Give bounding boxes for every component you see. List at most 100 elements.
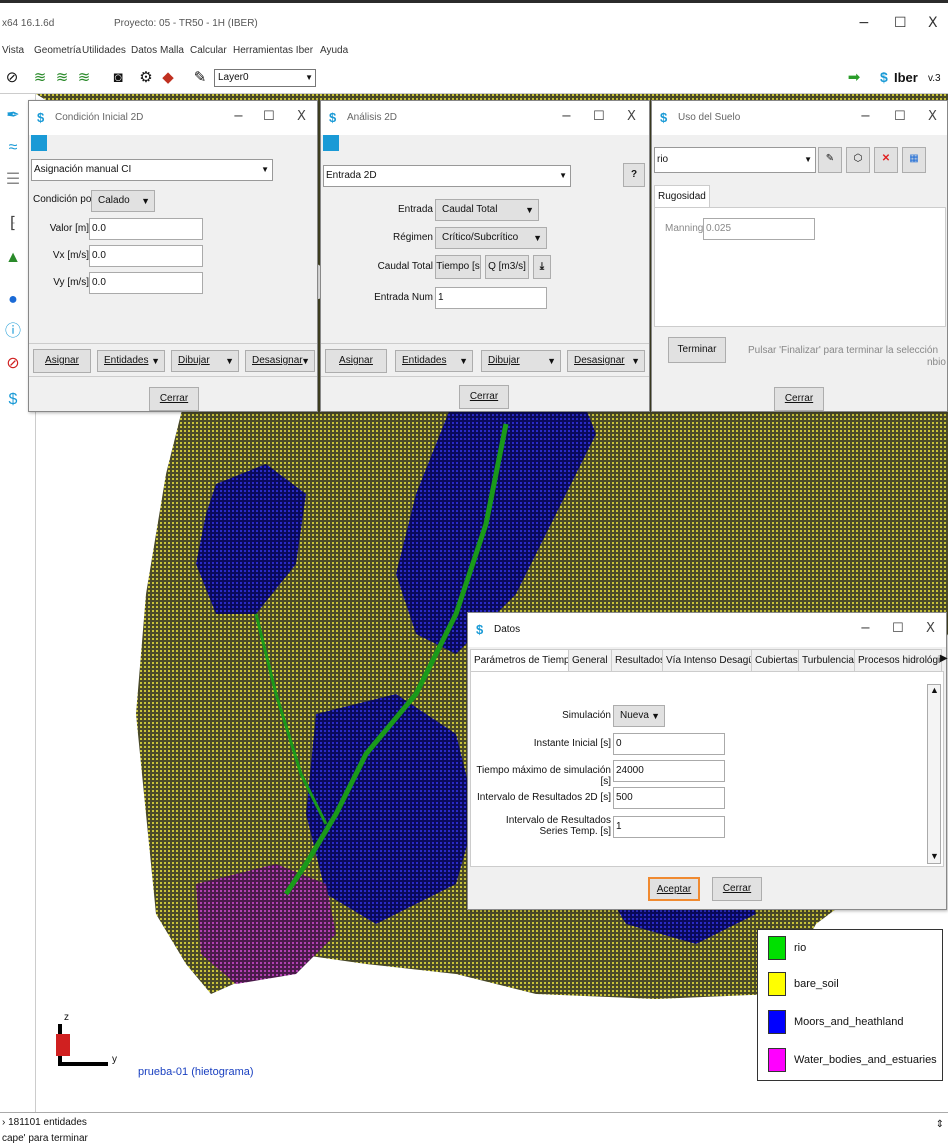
minimize-button[interactable]: −	[561, 109, 572, 124]
maximize-button[interactable]: ☐	[894, 15, 907, 31]
tab-scroll-icon[interactable]: ▶	[940, 653, 948, 664]
maximize-button[interactable]: ☐	[892, 621, 904, 636]
tab-via-intenso[interactable]: Vía Intenso Desagüe	[662, 649, 764, 671]
mountain-icon[interactable]: ▲	[3, 248, 23, 268]
stack-icon[interactable]: ◆	[158, 68, 178, 88]
new-material-icon[interactable]: ⬡	[846, 147, 870, 173]
close-button[interactable]: X	[627, 109, 636, 124]
wave-icon[interactable]: ≈	[3, 138, 23, 158]
drop-icon[interactable]: ●	[3, 290, 23, 310]
cerrar-button[interactable]: Cerrar	[459, 385, 509, 409]
tab-parametros-tiempo[interactable]: Parámetros de Tiempo	[470, 649, 580, 671]
vertical-scrollbar[interactable]: ▲ ▼	[927, 684, 941, 864]
mesh-view-icon[interactable]: ≋	[74, 68, 94, 88]
scroll-up-icon[interactable]: ▲	[930, 685, 939, 695]
close-button[interactable]: X	[297, 109, 306, 124]
tab-rugosidad[interactable]: Rugosidad	[654, 185, 710, 207]
scroll-down-icon[interactable]: ▼	[930, 851, 939, 861]
valor-input[interactable]: 0.0	[89, 218, 203, 240]
pick-tool-icon[interactable]	[323, 135, 339, 151]
mesh-edit-icon[interactable]: ≋	[52, 68, 72, 88]
asignar-button[interactable]: Asignar	[33, 349, 91, 373]
entidades-menu[interactable]: Entidades ▼	[97, 350, 165, 372]
tab-turbulencia[interactable]: Turbulencia	[798, 649, 858, 671]
pen-icon[interactable]: ✒	[3, 106, 23, 126]
table-icon[interactable]: ▦	[902, 147, 926, 173]
status-scroll-icon[interactable]: ⇕	[936, 1119, 944, 1130]
menu-utilidades[interactable]: Utilidades	[82, 45, 126, 56]
asignar-button[interactable]: Asignar	[325, 349, 387, 373]
mesh-icon[interactable]: ≋	[30, 68, 50, 88]
menu-herramientas-iber[interactable]: Herramientas Iber	[233, 45, 313, 56]
terminar-button[interactable]: Terminar	[668, 337, 726, 363]
layer-select[interactable]: Layer0 ▼	[214, 69, 316, 87]
bracket-icon[interactable]: ⁅	[3, 214, 23, 234]
maximize-button[interactable]: ☐	[593, 109, 605, 124]
tiempo-column-button[interactable]: Tiempo [s	[435, 255, 481, 279]
tab-cubiertas[interactable]: Cubiertas	[751, 649, 802, 671]
menu-vista[interactable]: Vista	[2, 45, 24, 56]
desasignar-menu[interactable]: Desasignar ▼	[567, 350, 645, 372]
info-icon[interactable]: ⓘ	[3, 322, 23, 342]
entrada-label: Entrada	[397, 204, 433, 215]
manning-input[interactable]: 0.025	[703, 218, 815, 240]
tab-general[interactable]: General	[568, 649, 612, 671]
regimen-select[interactable]: Crítico/Subcrítico ▼	[435, 227, 547, 249]
mode-select[interactable]: Entrada 2D ▼	[323, 165, 571, 187]
vx-input[interactable]: 0.0	[89, 245, 203, 267]
aceptar-label: Aceptar	[656, 884, 692, 895]
entidades-menu[interactable]: Entidades ▼	[395, 350, 473, 372]
entrada-num-input[interactable]: 1	[435, 287, 547, 309]
delete-material-icon[interactable]: ✕	[874, 147, 898, 173]
brush-icon[interactable]: ✎	[190, 68, 210, 88]
tiempo-maximo-input[interactable]: 24000	[613, 760, 725, 782]
cerrar-button[interactable]: Cerrar	[774, 387, 824, 411]
dibujar-menu[interactable]: Dibujar ▼	[171, 350, 239, 372]
condition-select[interactable]: Calado ▼	[91, 190, 155, 212]
minimize-button[interactable]: −	[233, 109, 244, 124]
mode-select[interactable]: Asignación manual CI ▼	[31, 159, 273, 181]
minimize-button[interactable]: −	[860, 621, 871, 636]
aceptar-button[interactable]: Aceptar	[648, 877, 700, 901]
cerrar-button[interactable]: Cerrar	[712, 877, 762, 901]
truncated-button-label[interactable]: nbio	[927, 357, 946, 368]
vy-input[interactable]: 0.0	[89, 272, 203, 294]
menu-calcular[interactable]: Calcular	[190, 45, 227, 56]
intervalo-series-input[interactable]: 1	[613, 816, 725, 838]
axis-x-marker	[56, 1034, 70, 1056]
iber-tool-icon[interactable]: $	[3, 390, 23, 410]
desasignar-menu[interactable]: Desasignar ▼	[245, 350, 315, 372]
regimen-label: Régimen	[392, 232, 433, 243]
camera-icon[interactable]: ◙	[108, 68, 128, 88]
dibujar-menu[interactable]: Dibujar ▼	[481, 350, 561, 372]
instante-inicial-input[interactable]: 0	[613, 733, 725, 755]
menu-datos[interactable]: Datos	[131, 45, 157, 56]
caudal-column-button[interactable]: Q [m3/s]	[485, 255, 529, 279]
forbidden-icon[interactable]: ⊘	[3, 354, 23, 374]
menu-malla[interactable]: Malla	[160, 45, 184, 56]
edit-material-icon[interactable]: ✎	[818, 147, 842, 173]
tab-procesos-hidrologicos[interactable]: Procesos hidrológico	[854, 649, 942, 671]
open-icon[interactable]: ⊘	[2, 68, 22, 88]
minimize-button[interactable]: −	[860, 109, 871, 124]
minimize-button[interactable]: −	[858, 15, 870, 31]
entrada-select[interactable]: Caudal Total ▼	[435, 199, 539, 221]
simulacion-select[interactable]: Nueva ▼	[613, 705, 665, 727]
tab-resultados[interactable]: Resultados	[611, 649, 670, 671]
close-button[interactable]: X	[928, 15, 938, 31]
menu-geometria[interactable]: Geometría	[34, 45, 81, 56]
iber-arrow-icon[interactable]: ➡	[844, 68, 864, 88]
pick-tool-icon[interactable]	[31, 135, 47, 151]
maximize-button[interactable]: ☐	[263, 109, 275, 124]
filter-icon[interactable]: ☰	[3, 170, 23, 190]
material-select[interactable]: rio ▼	[654, 147, 816, 173]
maximize-button[interactable]: ☐	[894, 109, 906, 124]
close-button[interactable]: X	[926, 621, 935, 636]
intervalo-2d-input[interactable]: 500	[613, 787, 725, 809]
cerrar-button[interactable]: Cerrar	[149, 387, 199, 411]
layers-icon[interactable]: ⚙	[136, 68, 156, 88]
menu-ayuda[interactable]: Ayuda	[320, 45, 348, 56]
download-icon[interactable]: ⤓	[533, 255, 551, 279]
help-button[interactable]: ?	[623, 163, 645, 187]
close-button[interactable]: X	[928, 109, 937, 124]
